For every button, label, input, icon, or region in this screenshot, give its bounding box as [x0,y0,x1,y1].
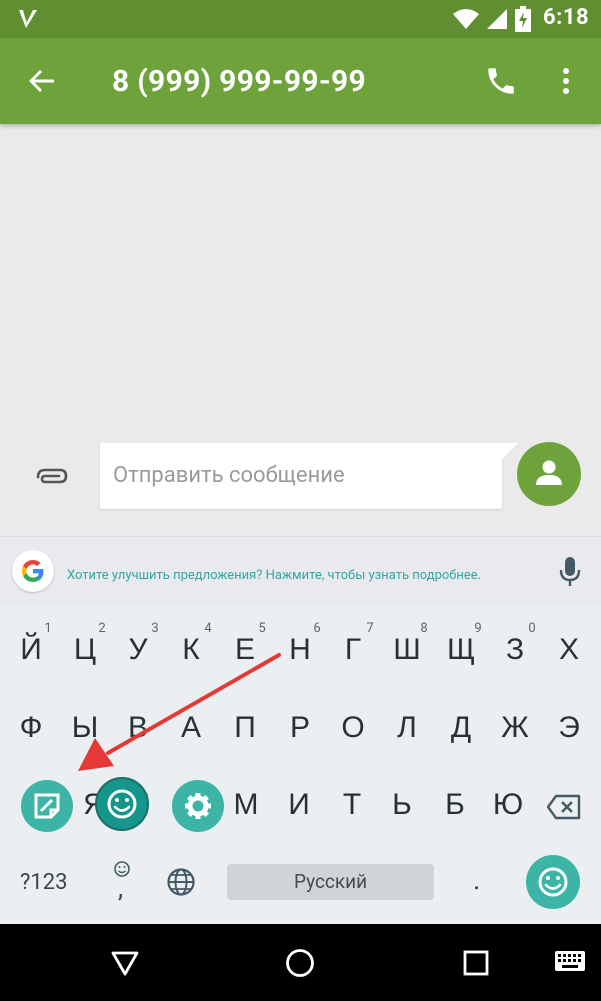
status-bar: 6:18 [0,0,601,38]
nav-back-icon[interactable] [110,948,140,978]
bubble-tail [496,443,518,465]
key-row1-9[interactable]: З [495,633,535,667]
symbols-key[interactable]: ?123 [20,870,68,895]
key-row2-5[interactable]: Р [280,711,320,745]
status-time: 6:18 [543,5,590,30]
phone-icon[interactable] [484,64,518,98]
key-number-hint: 5 [258,621,266,636]
key-row2-8[interactable]: Д [441,711,481,745]
enter-emoji-button[interactable] [526,855,580,909]
battery-charging-icon [515,6,531,32]
key-row2-9[interactable]: Ж [495,711,535,745]
key-number-hint: 9 [474,621,482,636]
globe-icon[interactable] [166,867,196,897]
suggestion-hint[interactable]: Хотите улучшить предложения? Нажмите, чт… [67,568,481,583]
key-row2-3[interactable]: А [171,711,211,745]
key-number-hint: 6 [313,621,321,636]
key-row1-2[interactable]: У [118,633,158,667]
key-row3-3[interactable]: М [226,788,266,822]
suggestion-strip: Хотите улучшить предложения? Нажмите, чт… [0,537,601,605]
message-list [0,124,601,436]
microphone-icon[interactable] [558,556,582,588]
key-row3-8[interactable]: Ю [488,788,528,822]
key-number-hint: 2 [98,621,106,636]
google-g-icon [22,560,44,582]
app-notification-icon [19,10,37,28]
attachment-icon[interactable] [30,462,70,492]
key-number-hint: 4 [204,621,212,636]
key-number-hint: 3 [151,621,159,636]
wifi-icon [453,9,479,29]
key-row1-3[interactable]: К [171,633,211,667]
key-row1-8[interactable]: Щ [441,633,481,667]
key-row2-0[interactable]: Ф [11,711,51,745]
signal-icon [487,9,507,29]
space-key[interactable]: Русский [227,864,434,900]
emoji-button[interactable] [95,777,149,831]
nav-recents-icon[interactable] [462,949,490,977]
key-row1-7[interactable]: Ш [387,633,427,667]
key-row2-10[interactable]: Э [549,711,589,745]
key-row3-4[interactable]: И [279,788,319,822]
comma-emoji-key[interactable]: , [108,860,136,904]
key-row1-10[interactable]: Х [549,633,589,667]
message-input-placeholder: Отправить сообщение [113,463,345,488]
gear-icon [185,793,211,819]
key-row3-7[interactable]: Б [435,788,475,822]
person-icon [536,460,562,485]
key-row2-6[interactable]: О [333,711,373,745]
more-vert-icon[interactable] [553,66,579,96]
key-row3-6[interactable]: Ь [382,788,422,822]
nav-home-icon[interactable] [284,947,316,979]
app-bar: 8 (999) 999-99-99 [0,38,601,124]
google-logo-button[interactable] [12,550,54,592]
keyboard-switch-icon[interactable] [554,950,586,974]
key-row2-1[interactable]: Ы [65,711,105,745]
backspace-icon[interactable] [546,794,582,820]
keyboard-settings-button[interactable] [172,780,224,832]
key-row2-4[interactable]: П [225,711,265,745]
enter-smiley-icon [538,867,568,897]
comma-label: , [118,874,124,904]
message-input[interactable]: Отправить сообщение [100,443,502,509]
navigation-bar [0,924,601,1001]
key-row2-2[interactable]: В [118,711,158,745]
key-number-hint: 7 [366,621,374,636]
back-arrow-icon[interactable] [26,65,58,97]
conversation-title: 8 (999) 999-99-99 [112,64,367,99]
contact-avatar[interactable] [517,442,581,506]
keyboard: Хотите улучшить предложения? Нажмите, чт… [0,536,601,924]
key-row2-7[interactable]: Л [387,711,427,745]
sticker-button[interactable] [21,780,73,832]
key-row1-0[interactable]: Й [11,633,51,667]
key-number-hint: 1 [44,621,52,636]
key-row1-1[interactable]: Ц [65,633,105,667]
period-key[interactable]: . [473,863,480,896]
smiley-icon [107,789,137,819]
sticker-icon [34,793,60,819]
key-row3-5[interactable]: Т [332,788,372,822]
key-row1-6[interactable]: Г [333,633,373,667]
key-row1-5[interactable]: Н [280,633,320,667]
key-number-hint: 8 [420,621,428,636]
key-row1-4[interactable]: Е [225,633,265,667]
compose-bar: Отправить сообщение [0,436,601,536]
key-number-hint: 0 [528,621,536,636]
